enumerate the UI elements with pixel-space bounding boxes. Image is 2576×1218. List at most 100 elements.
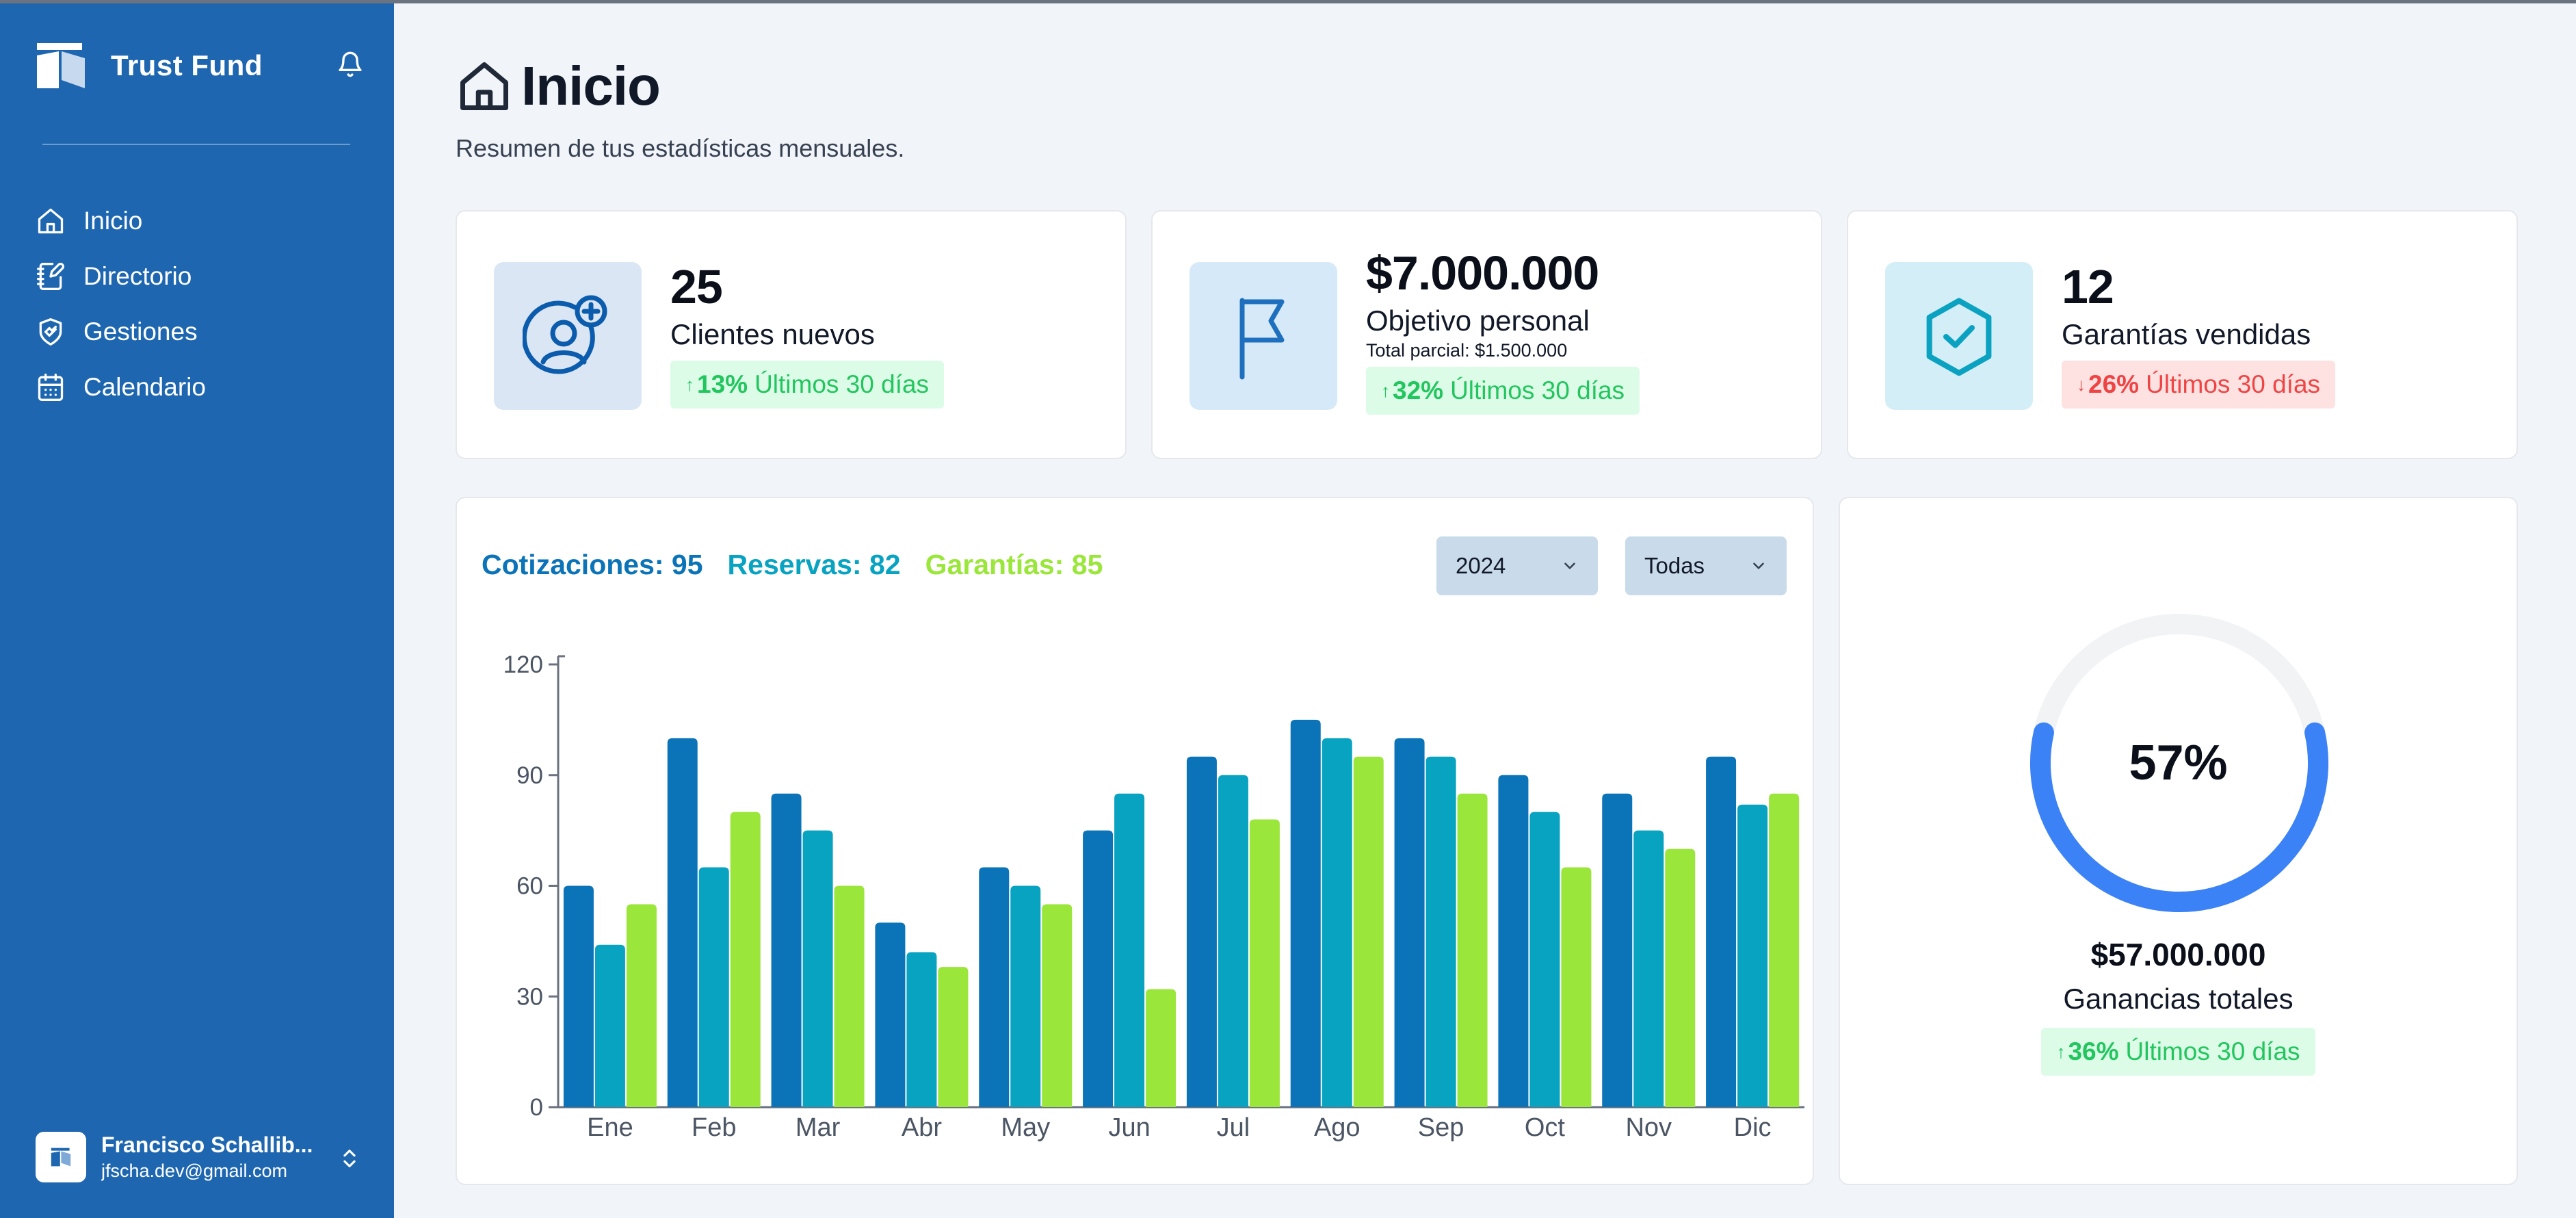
- bar-cotizaciones-ago[interactable]: [1290, 719, 1321, 1107]
- badge-period: Últimos 30 días: [2146, 370, 2321, 398]
- sidebar-item-gestiones[interactable]: Gestiones: [36, 304, 364, 359]
- arrow-down-icon: ↓: [2077, 374, 2086, 395]
- bar-reservas-sep[interactable]: [1425, 756, 1456, 1107]
- badge-percent: 13%: [697, 370, 748, 398]
- shield-handshake-icon: [39, 318, 62, 346]
- x-tick-label: May: [1001, 1113, 1050, 1142]
- bar-cotizaciones-dic[interactable]: [1706, 756, 1737, 1107]
- bar-reservas-oct[interactable]: [1529, 812, 1560, 1107]
- earnings-donut: [2030, 614, 2328, 912]
- badge-percent: 32%: [1393, 376, 1444, 404]
- y-tick-label: 120: [503, 651, 543, 678]
- home-icon: [460, 62, 508, 110]
- y-tick-label: 60: [516, 873, 543, 900]
- trust-fund-logo: [51, 1148, 71, 1167]
- app-name: Trust Fund: [111, 49, 263, 81]
- sidebar: Trust Fund Inicio Directorio Gestiones C…: [0, 0, 394, 1218]
- bar-reservas-nov[interactable]: [1633, 830, 1664, 1107]
- user-menu[interactable]: Francisco Schallib... jfscha.dev@gmail.c…: [36, 1126, 364, 1188]
- stat-body: 25 Clientes nuevos ↑ 13% Últimos 30 días: [670, 259, 945, 409]
- stat-card-objetivo: $7.000.000 Objetivo personal Total parci…: [1151, 210, 1822, 459]
- earnings-percent: 57%: [2129, 736, 2228, 790]
- bar-reservas-feb[interactable]: [698, 867, 729, 1107]
- x-tick-label: Oct: [1525, 1113, 1566, 1142]
- bar-garantías-may[interactable]: [1042, 904, 1073, 1107]
- bar-reservas-jul[interactable]: [1218, 775, 1248, 1107]
- stat-subtext: Total parcial: $1.500.000: [1366, 340, 1568, 361]
- bar-reservas-dic[interactable]: [1737, 804, 1768, 1107]
- y-tick-label: 90: [516, 762, 543, 789]
- sidebar-item-inicio[interactable]: Inicio: [36, 193, 364, 248]
- bar-garantías-nov[interactable]: [1665, 848, 1696, 1107]
- bar-reservas-ago[interactable]: [1322, 738, 1352, 1107]
- bar-cotizaciones-feb[interactable]: [667, 738, 698, 1107]
- x-tick-label: Jun: [1108, 1113, 1150, 1142]
- stat-icon-box: [1885, 262, 2033, 410]
- chart-card: Cotizaciones: 95 Reservas: 82 Garantías:…: [456, 497, 1814, 1185]
- stat-body: $7.000.000 Objetivo personal Total parci…: [1366, 246, 1640, 415]
- bar-cotizaciones-nov[interactable]: [1602, 793, 1633, 1107]
- stat-card-garantias: 12 Garantías vendidas ↓ 26% Últimos 30 d…: [1847, 210, 2518, 459]
- bar-cotizaciones-jun[interactable]: [1083, 830, 1114, 1107]
- bar-garantías-jun[interactable]: [1146, 989, 1177, 1107]
- sidebar-item-calendario[interactable]: Calendario: [36, 359, 364, 415]
- bell-icon[interactable]: [337, 51, 364, 78]
- stat-value: $7.000.000: [1366, 246, 1599, 300]
- bar-reservas-jun[interactable]: [1114, 793, 1145, 1107]
- y-tick-label: 30: [516, 983, 543, 1010]
- arrow-up-icon: ↑: [1381, 380, 1390, 401]
- bar-reservas-abr[interactable]: [906, 952, 937, 1107]
- page-subtitle: Resumen de tus estadísticas mensuales.: [456, 134, 905, 162]
- shield-check-icon: [1926, 298, 1992, 376]
- bar-cotizaciones-may[interactable]: [979, 867, 1010, 1107]
- bar-cotizaciones-sep[interactable]: [1394, 738, 1425, 1107]
- bars: [563, 719, 1800, 1108]
- badge-percent: 36%: [2068, 1037, 2119, 1065]
- bar-reservas-ene[interactable]: [594, 944, 625, 1107]
- bar-cotizaciones-oct[interactable]: [1498, 775, 1529, 1107]
- home-icon: [38, 208, 64, 233]
- bar-garantías-dic[interactable]: [1769, 793, 1800, 1107]
- bar-garantías-sep[interactable]: [1457, 793, 1488, 1107]
- bar-garantías-ene[interactable]: [626, 904, 657, 1107]
- bar-cotizaciones-jul[interactable]: [1186, 756, 1217, 1107]
- bar-garantías-abr[interactable]: [938, 967, 969, 1107]
- x-tick-label: Nov: [1625, 1113, 1672, 1142]
- page-header: Inicio: [456, 55, 661, 118]
- y-tick-label: 0: [530, 1094, 543, 1121]
- badge-period: Últimos 30 días: [2125, 1037, 2300, 1065]
- bar-garantías-mar[interactable]: [834, 885, 865, 1108]
- bar-garantías-feb[interactable]: [730, 812, 761, 1107]
- bar-garantías-jul[interactable]: [1249, 819, 1280, 1107]
- chevrons-up-down-icon[interactable]: [338, 1145, 361, 1171]
- status-badge: ↑ 13% Últimos 30 días: [670, 361, 945, 409]
- stat-label: Clientes nuevos: [670, 318, 875, 350]
- page-title: Inicio: [521, 55, 661, 116]
- stat-label: Objetivo personal: [1366, 304, 1590, 337]
- trust-fund-logo: [37, 43, 85, 88]
- status-badge: ↓ 26% Últimos 30 días: [2062, 361, 2336, 409]
- x-tick-label: Mar: [796, 1113, 841, 1142]
- bar-cotizaciones-abr[interactable]: [875, 922, 906, 1107]
- badge-percent: 26%: [2088, 370, 2140, 398]
- notebook-pen-icon: [37, 262, 64, 290]
- user-name: Francisco Schallib...: [101, 1132, 313, 1157]
- bar-cotizaciones-mar[interactable]: [771, 793, 802, 1107]
- user-email: jfscha.dev@gmail.com: [101, 1161, 288, 1181]
- sidebar-item-label: Calendario: [83, 372, 206, 401]
- bar-garantías-oct[interactable]: [1561, 867, 1592, 1107]
- sidebar-item-directorio[interactable]: Directorio: [36, 248, 364, 304]
- x-tick-label: Ago: [1314, 1113, 1361, 1142]
- stat-icon-box: [494, 262, 642, 410]
- x-tick-label: Ene: [587, 1113, 633, 1142]
- x-tick-label: Jul: [1217, 1113, 1250, 1142]
- bar-garantías-ago[interactable]: [1353, 756, 1384, 1107]
- arrow-up-icon: ↑: [2056, 1041, 2066, 1062]
- bar-reservas-may[interactable]: [1010, 885, 1041, 1108]
- sidebar-divider: [42, 144, 350, 145]
- x-tick-label: Feb: [692, 1113, 736, 1142]
- bar-cotizaciones-ene[interactable]: [563, 885, 594, 1108]
- avatar: [36, 1132, 86, 1182]
- arrow-up-icon: ↑: [685, 374, 694, 395]
- bar-reservas-mar[interactable]: [802, 830, 833, 1107]
